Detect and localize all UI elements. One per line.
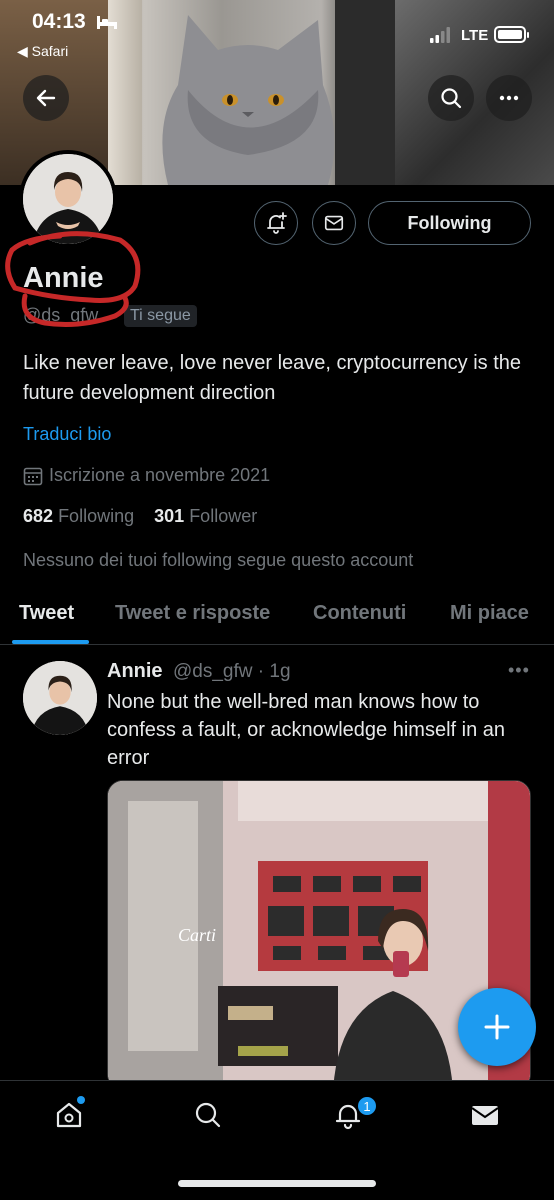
follower-count: 301 — [154, 506, 185, 526]
profile-tabs: Tweet Tweet e risposte Contenuti Mi piac… — [0, 585, 554, 645]
join-date: Iscrizione a novembre 2021 — [49, 465, 271, 485]
follower-label: Follower — [189, 506, 258, 526]
tweet-more-icon[interactable]: ••• — [508, 660, 530, 681]
follows-you-badge: Ti segue — [124, 305, 197, 327]
profile-handle: @ds_gfw — [23, 305, 99, 325]
search-icon — [195, 1102, 221, 1128]
tweet-handle-time: @ds_gfw · 1g — [173, 661, 291, 682]
following-button[interactable]: Following — [368, 201, 531, 245]
tweet-text: None but the well-bred man knows how to … — [107, 691, 505, 769]
active-tab-indicator — [12, 640, 89, 644]
tab-contenuti[interactable]: Contenuti — [313, 602, 406, 625]
more-icon — [499, 95, 519, 101]
back-arrow-icon — [36, 89, 56, 107]
home-new-content-dot — [77, 1096, 85, 1104]
translate-bio-link[interactable]: Traduci bio — [23, 424, 111, 445]
mail-icon — [324, 215, 344, 231]
bell-plus-icon — [267, 212, 287, 234]
compose-plus-icon — [484, 1014, 510, 1040]
avatar-photo — [23, 154, 113, 244]
back-button[interactable] — [23, 75, 69, 121]
search-icon — [441, 88, 462, 109]
notifications-badge: 1 — [357, 1096, 377, 1116]
messages-icon — [471, 1106, 499, 1125]
signal-icon — [430, 27, 450, 43]
following-count: 682 — [23, 506, 54, 526]
battery-icon — [494, 26, 529, 43]
calendar-icon — [23, 467, 43, 486]
profile-bio: Like never leave, love never leave, cryp… — [23, 352, 522, 404]
sleep-focus-icon — [97, 16, 117, 29]
following-label: Following — [58, 506, 135, 526]
profile-name: Annie — [23, 262, 104, 294]
tweet-avatar-photo — [23, 661, 97, 735]
tweet-avatar[interactable] — [23, 661, 97, 735]
store-sign-text: Carti — [178, 925, 216, 945]
home-indicator[interactable] — [178, 1180, 376, 1187]
follower-stat[interactable]: 301 Follower — [154, 506, 257, 526]
mutual-followers-text: Nessuno dei tuoi following segue questo … — [23, 550, 414, 570]
network-type: LTE — [461, 27, 489, 44]
message-button[interactable] — [312, 201, 356, 245]
profile-avatar[interactable] — [19, 150, 117, 248]
banner-cat-image — [162, 15, 335, 185]
following-stat[interactable]: 682 Following — [23, 506, 134, 526]
nav-messages[interactable] — [467, 1097, 503, 1133]
notifications-subscribe-button[interactable] — [254, 201, 298, 245]
banner-door — [335, 0, 395, 185]
compose-tweet-button[interactable] — [458, 988, 536, 1066]
nav-search[interactable] — [190, 1097, 226, 1133]
tab-mi-piace[interactable]: Mi piace — [450, 602, 529, 625]
back-to-safari-link[interactable]: ◀ Safari — [17, 43, 68, 60]
follow-counts: 682 Following 301 Follower — [23, 506, 257, 527]
search-button[interactable] — [428, 75, 474, 121]
tab-tweet[interactable]: Tweet — [19, 602, 74, 625]
tab-tweet-e-risposte[interactable]: Tweet e risposte — [115, 602, 270, 625]
more-options-button[interactable] — [486, 75, 532, 121]
status-time: 04:13 — [32, 10, 86, 33]
tweet-author-name[interactable]: Annie — [107, 660, 163, 683]
